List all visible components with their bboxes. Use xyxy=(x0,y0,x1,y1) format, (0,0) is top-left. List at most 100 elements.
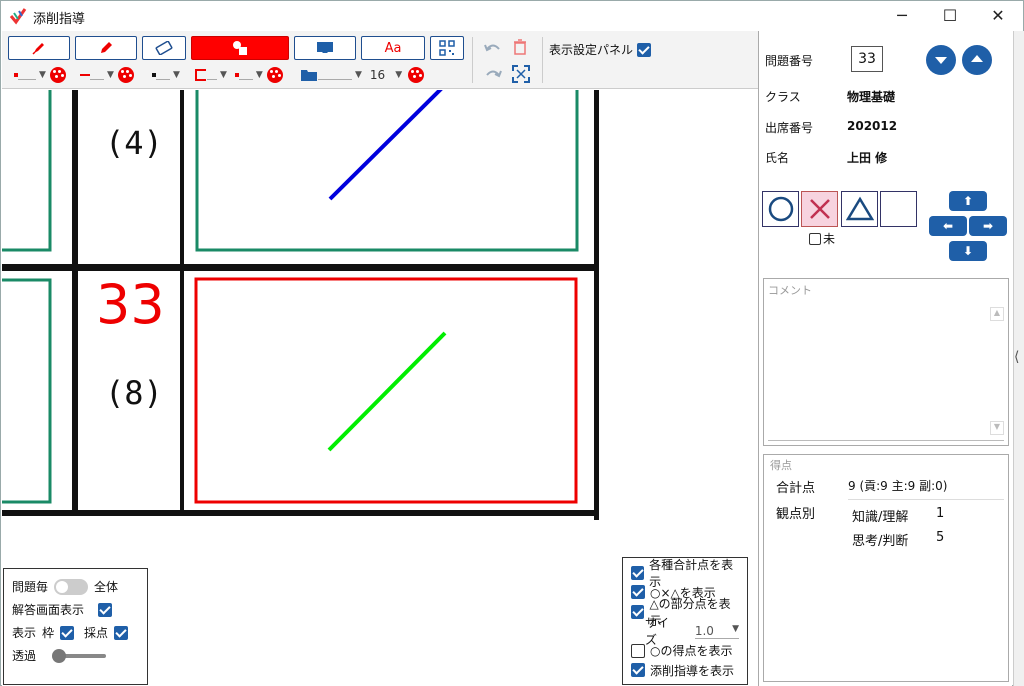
question-label-8: (8) xyxy=(105,374,163,412)
chevron-down-icon[interactable]: ▼ xyxy=(395,70,402,80)
qr-button[interactable] xyxy=(430,36,464,60)
chevron-down-icon[interactable]: ▼ xyxy=(173,70,180,80)
unmarked-label: 未 xyxy=(823,232,836,246)
minimize-button[interactable]: ─ xyxy=(879,1,925,31)
move-right-button[interactable]: ➡ xyxy=(969,216,1007,236)
next-question-button[interactable] xyxy=(926,45,956,75)
mark-blank-button[interactable] xyxy=(880,191,917,227)
marker-button[interactable] xyxy=(75,36,137,60)
chevron-down-icon[interactable]: ▼ xyxy=(39,70,46,80)
toolbar-divider xyxy=(542,37,543,83)
grid-line xyxy=(72,90,78,516)
grid-line xyxy=(594,90,599,520)
student-info-panel: 問題番号 33 クラス 物理基礎 出席番号 202012 氏名 上田 修 未 ⬆… xyxy=(758,31,1012,686)
class-label: クラス xyxy=(765,90,801,104)
undo-icon[interactable] xyxy=(484,41,502,55)
perspective-name: 思考/判断 xyxy=(852,534,909,549)
option-row[interactable]: 添削指導を表示 xyxy=(631,661,739,681)
move-down-button[interactable]: ⬇ xyxy=(949,241,987,261)
collapse-panel-handle[interactable]: ⟨ xyxy=(1013,31,1024,686)
eraser-button[interactable] xyxy=(142,36,186,60)
unmarked-checkbox[interactable] xyxy=(809,232,821,245)
comment-underline xyxy=(768,440,1004,441)
score-box: 得点 合計点 9 (貢:9 主:9 副:0) 観点別 知識/理解 1 思考/判断… xyxy=(763,454,1009,682)
frame-checkbox[interactable] xyxy=(60,625,75,640)
shapes-icon xyxy=(233,41,247,55)
size-value: 1.0 xyxy=(694,623,714,638)
size-select[interactable]: 1.0 ▼ xyxy=(694,623,739,639)
shape-button[interactable] xyxy=(191,36,289,60)
circle-mark-icon xyxy=(768,196,793,222)
color-palette-icon[interactable] xyxy=(266,67,283,83)
toolbar-divider xyxy=(472,37,473,83)
option-checkbox[interactable] xyxy=(631,585,645,600)
close-button[interactable]: ✕ xyxy=(975,1,1021,31)
green-answer-frame xyxy=(2,90,52,252)
scroll-up-icon[interactable]: ▲ xyxy=(990,307,1004,321)
pen-button[interactable] xyxy=(8,36,70,60)
scope-toggle[interactable] xyxy=(54,578,89,595)
transparency-slider[interactable] xyxy=(52,648,107,663)
mark-correct-button[interactable] xyxy=(762,191,799,227)
grid-line xyxy=(2,510,598,516)
attendance-value: 202012 xyxy=(847,119,898,133)
transparency-label: 透過 xyxy=(12,649,37,663)
rectangle-shape-icon xyxy=(195,69,206,81)
unmarked-toggle[interactable]: 未 xyxy=(809,230,835,247)
score-label: 得点 xyxy=(770,459,792,472)
question-number-row: 問題番号 xyxy=(765,52,813,69)
trash-icon[interactable] xyxy=(513,39,527,55)
display-panel-checkbox[interactable] xyxy=(637,42,652,57)
answer-screen-checkbox[interactable] xyxy=(98,602,113,617)
move-left-button[interactable]: ⬅ xyxy=(929,216,967,236)
chevron-down-icon[interactable]: ▼ xyxy=(107,70,114,80)
image-icon xyxy=(317,42,333,53)
name-label: 氏名 xyxy=(765,151,790,165)
toolbar: Aa ▼ ▼ ▼ ▼ ▼ ▼ 16 ▼ 表示設定パネル xyxy=(2,31,758,89)
eraser-options: ▼ xyxy=(152,65,180,85)
font-size-value[interactable]: 16 xyxy=(370,68,385,82)
option-checkbox[interactable] xyxy=(631,643,645,658)
maximize-button[interactable]: ☐ xyxy=(927,1,973,31)
qr-code-icon xyxy=(439,40,455,56)
question-label-4: (4) xyxy=(105,124,163,162)
text-button[interactable]: Aa xyxy=(361,36,425,60)
move-up-button[interactable]: ⬆ xyxy=(949,191,987,211)
image-button[interactable] xyxy=(294,36,356,60)
fit-screen-icon[interactable] xyxy=(512,65,530,83)
redo-icon[interactable] xyxy=(484,67,502,81)
view-options-panel: 問題毎 全体 解答画面表示 表示 枠 採点 透過 xyxy=(3,568,148,685)
chevron-down-icon[interactable]: ▼ xyxy=(355,70,362,80)
option-checkbox[interactable] xyxy=(631,604,645,619)
name-row: 氏名 上田 修 xyxy=(765,149,887,166)
color-palette-icon[interactable] xyxy=(408,67,425,83)
question-number-input[interactable]: 33 xyxy=(851,46,883,72)
all-label: 全体 xyxy=(94,580,119,594)
divider xyxy=(848,499,1004,500)
scroll-down-icon[interactable]: ▼ xyxy=(990,421,1004,435)
comment-box[interactable]: コメント ▲ ▼ xyxy=(763,278,1009,446)
answer-screen-label: 解答画面表示 xyxy=(12,603,85,617)
text-options: ▼ 16 ▼ xyxy=(300,65,425,85)
mark-partial-button[interactable] xyxy=(841,191,878,227)
folder-icon[interactable] xyxy=(300,68,318,82)
frame-label: 枠 xyxy=(42,626,55,640)
option-row[interactable]: 各種合計点を表示 xyxy=(631,558,739,589)
option-checkbox[interactable] xyxy=(631,565,645,580)
mark-wrong-button[interactable] xyxy=(801,191,838,227)
color-palette-icon[interactable] xyxy=(49,67,66,83)
scoring-checkbox[interactable] xyxy=(114,625,129,640)
display-settings-panel: 各種合計点を表示 ○×△を表示 △の部分点を表示 サイズ 1.0 ▼ ○の得点を表… xyxy=(622,557,748,685)
prev-question-button[interactable] xyxy=(962,45,992,75)
chevron-down-icon[interactable]: ▼ xyxy=(256,70,263,80)
option-checkbox[interactable] xyxy=(631,663,645,678)
perspective-name: 知識/理解 xyxy=(852,510,909,525)
display-panel-toggle[interactable]: 表示設定パネル xyxy=(549,41,652,58)
pen-options: ▼ xyxy=(14,65,66,85)
option-label: 添削指導を表示 xyxy=(650,663,735,678)
color-palette-icon[interactable] xyxy=(117,67,134,83)
window-title: 添削指導 xyxy=(33,12,86,27)
pen-icon xyxy=(32,43,44,55)
chevron-down-icon[interactable]: ▼ xyxy=(220,70,227,80)
display-panel-label: 表示設定パネル xyxy=(549,43,634,57)
